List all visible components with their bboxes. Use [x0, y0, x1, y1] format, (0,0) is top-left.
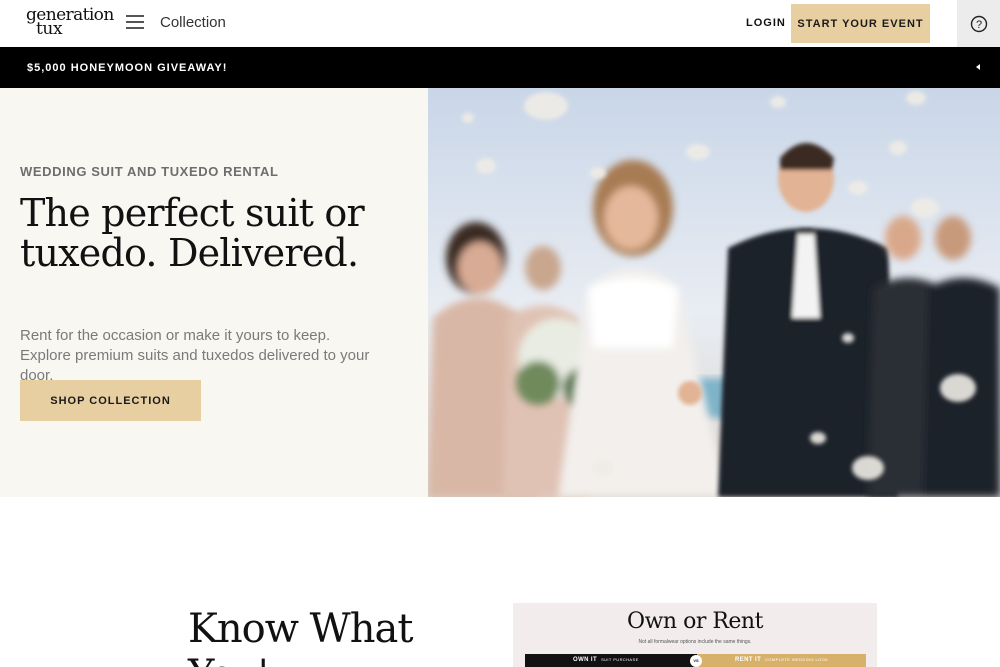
rent-it-bar: RENT IT COMPLETE WEDDING LOOK — [697, 654, 866, 667]
rent-it-small: COMPLETE WEDDING LOOK — [765, 657, 829, 662]
own-it-bar: OWN IT SUIT PURCHASE — [525, 654, 697, 667]
promo-bar[interactable]: $5,000 HONEYMOON GIVEAWAY! — [0, 47, 1000, 88]
know-section-title-line-1: Know What — [188, 606, 413, 652]
rent-it-label: RENT IT — [735, 657, 762, 663]
hero-photo-illustration — [428, 88, 1000, 497]
own-or-rent-graphic: Own or Rent Not all formalwear options i… — [513, 603, 877, 667]
hero-subtext: Rent for the occasion or make it yours t… — [20, 327, 370, 384]
vs-badge: VS — [690, 655, 702, 667]
help-button[interactable]: ? — [957, 0, 1000, 47]
hero-eyebrow: WEDDING SUIT AND TUXEDO RENTAL — [20, 164, 279, 179]
start-your-event-button[interactable]: START YOUR EVENT — [791, 4, 930, 43]
know-section-title-line-2: You' — [188, 651, 269, 667]
hamburger-menu-icon[interactable] — [126, 15, 144, 31]
hero-wedding-photo — [428, 88, 1000, 497]
promo-text[interactable]: $5,000 HONEYMOON GIVEAWAY! — [27, 62, 227, 74]
login-link[interactable]: LOGIN — [746, 17, 786, 29]
own-it-small: SUIT PURCHASE — [601, 657, 639, 662]
site-header: generation tux Collection LOGIN START YO… — [0, 0, 1000, 47]
nav-collection-link[interactable]: Collection — [160, 14, 226, 31]
own-or-rent-title: Own or Rent — [627, 609, 763, 634]
own-it-label: OWN IT — [573, 657, 598, 663]
shop-collection-button[interactable]: SHOP COLLECTION — [20, 380, 201, 421]
help-icon: ? — [970, 15, 987, 32]
svg-text:?: ? — [975, 19, 981, 31]
caret-left-icon[interactable] — [972, 61, 984, 73]
hero-text-panel: WEDDING SUIT AND TUXEDO RENTAL The perfe… — [0, 88, 428, 497]
own-or-rent-subtitle: Not all formalwear options include the s… — [638, 639, 752, 645]
hero-headline: The perfect suit or tuxedo. Delivered. — [20, 191, 365, 275]
generation-tux-logo[interactable]: generation tux — [26, 7, 114, 40]
